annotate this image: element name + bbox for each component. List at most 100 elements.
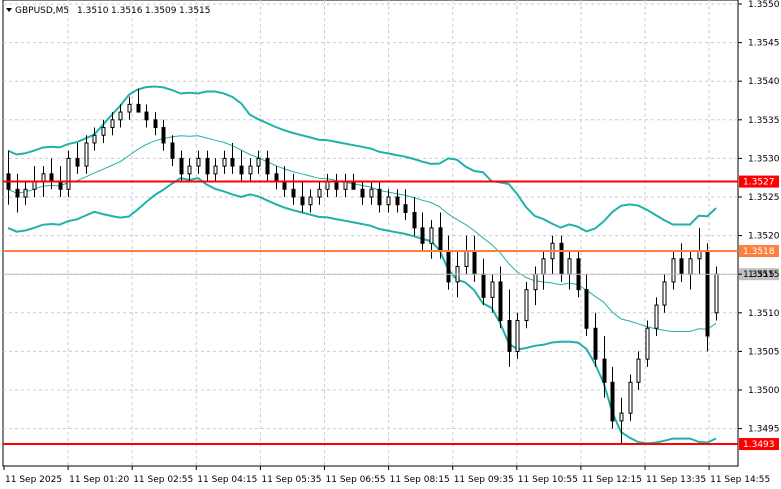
candle-bear	[507, 320, 512, 352]
candle-bull	[369, 188, 374, 198]
candle-bear	[395, 196, 400, 206]
candle-bear	[481, 273, 486, 298]
candle-bear	[705, 250, 710, 337]
x-tick-label: 11 Sep 14:55	[710, 475, 770, 485]
candle-bear	[179, 157, 184, 175]
candle-bull	[688, 258, 693, 275]
candle-bear	[412, 211, 417, 229]
candle-bear	[420, 227, 425, 244]
candle-bull	[515, 320, 520, 352]
header-high: 1.3516	[111, 6, 143, 16]
candle-bear	[239, 165, 244, 175]
candle-bull	[343, 181, 348, 190]
candle-bull	[196, 157, 201, 167]
candle-bull	[628, 381, 633, 414]
candle-bull	[541, 258, 546, 275]
candle-bear	[300, 196, 305, 206]
candle-bull	[662, 281, 667, 306]
y-tick-label: 1.3530	[748, 154, 780, 164]
x-tick-label: 11 Sep 05:35	[261, 475, 321, 485]
candle-bear	[334, 181, 339, 190]
x-tick-label: 11 Sep 13:35	[646, 475, 706, 485]
candle-bear	[610, 381, 615, 422]
candle-bull	[110, 119, 115, 129]
header-symbol: GBPUSD,M5	[15, 6, 69, 16]
candle-bull	[66, 157, 71, 190]
candle-bull	[567, 258, 572, 275]
candle-bear	[282, 181, 287, 190]
candle-bull	[101, 127, 106, 136]
x-tick-label: 11 Sep 04:15	[197, 475, 257, 485]
candle-bull	[308, 196, 313, 206]
candle-bull	[464, 250, 469, 267]
candle-bear	[161, 127, 166, 144]
candle-bear	[136, 103, 141, 113]
candle-bull	[429, 227, 434, 244]
candle-bull	[654, 304, 659, 329]
candle-bear	[205, 157, 210, 175]
y-tick-label: 1.3510	[748, 309, 780, 319]
candle-bear	[602, 358, 607, 383]
candle-bull	[714, 273, 719, 314]
candle-bear	[593, 327, 598, 360]
candle-bull	[92, 134, 97, 144]
candle-bull	[127, 103, 132, 113]
level-tag-label: 1.3493	[743, 440, 775, 450]
candle-bull	[671, 258, 676, 283]
y-tick-label: 1.3545	[748, 39, 780, 49]
y-tick-label: 1.3540	[748, 77, 780, 87]
candle-bull	[490, 281, 495, 298]
candle-bear	[438, 227, 443, 252]
level-tag-label: 1.3518	[743, 247, 775, 257]
candle-bull	[636, 358, 641, 383]
candle-bull	[697, 250, 702, 260]
y-tick-label: 1.3515	[748, 270, 780, 280]
candle-bear	[679, 258, 684, 275]
candle-bull	[619, 412, 624, 422]
y-tick-label: 1.3520	[748, 232, 780, 242]
y-tick-label: 1.3505	[748, 347, 780, 357]
candle-bull	[524, 289, 529, 322]
candle-bear	[75, 157, 80, 167]
candle-bear	[170, 142, 175, 159]
candle-bear	[446, 250, 451, 283]
candle-bear	[377, 188, 382, 206]
price-chart[interactable]: 1.3527 1.3518 1.3493 1.3515 1.3550 1.3545 1.3…	[0, 0, 781, 489]
candle-bear	[351, 181, 356, 190]
x-tick-label: 11 Sep 06:55	[326, 475, 386, 485]
candle-bear	[230, 157, 235, 167]
header-open: 1.3510	[77, 6, 109, 16]
candle-bull	[213, 165, 218, 175]
y-tick-label: 1.3525	[748, 193, 780, 203]
level-tag-label: 1.3527	[743, 178, 775, 188]
candle-bull	[84, 142, 89, 167]
x-tick-label: 11 Sep 10:55	[518, 475, 578, 485]
candle-bull	[533, 273, 538, 291]
candle-bear	[49, 173, 54, 183]
candle-bear	[153, 119, 158, 129]
candle-bull	[222, 157, 227, 167]
x-tick-label: 11 Sep 01:20	[69, 475, 129, 485]
x-tick-label: 11 Sep 08:15	[390, 475, 450, 485]
candle-bull	[645, 327, 650, 360]
x-tick-label: 11 Sep 09:35	[454, 475, 514, 485]
x-tick-label: 11 Sep 02:55	[133, 475, 193, 485]
candle-bull	[32, 181, 37, 190]
y-tick-label: 1.3535	[748, 116, 780, 126]
x-tick-label: 11 Sep 2025	[5, 475, 62, 485]
candle-bull	[41, 173, 46, 183]
candle-bear	[403, 204, 408, 213]
candle-bull	[386, 196, 391, 206]
candle-bear	[584, 289, 589, 329]
candle-bear	[498, 281, 503, 322]
candle-bear	[58, 181, 63, 190]
candle-bear	[274, 173, 279, 183]
candle-bull	[325, 181, 330, 190]
candle-bear	[559, 242, 564, 275]
x-tick-label: 11 Sep 12:15	[582, 475, 642, 485]
candle-bull	[187, 165, 192, 175]
candle-bear	[472, 250, 477, 275]
candle-bull	[248, 165, 253, 175]
candle-bear	[144, 111, 149, 121]
candle-bear	[265, 157, 270, 175]
